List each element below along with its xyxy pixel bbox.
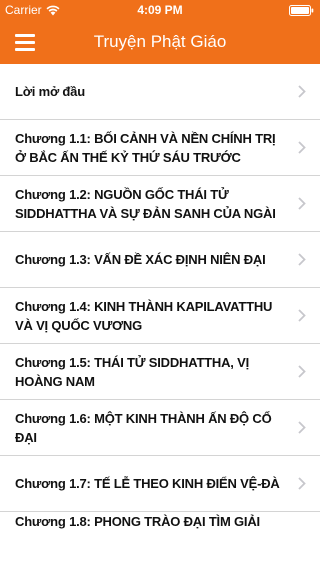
battery-icon: [289, 5, 314, 16]
status-time: 4:09 PM: [137, 3, 183, 17]
list-item[interactable]: Chương 1.8: PHONG TRÀO ĐẠI TÌM GIẢI: [0, 512, 320, 568]
list-item-label: Lời mở đầu: [15, 84, 85, 99]
list-item-label: Chương 1.5: THÁI TỬ SIDDHATTHA, VỊ HOÀNG…: [15, 354, 250, 389]
list-item[interactable]: Chương 1.3: VẤN ĐỀ XÁC ĐỊNH NIÊN ĐẠI: [0, 232, 320, 288]
chevron-right-icon: [298, 476, 306, 490]
status-bar: Carrier 4:09 PM: [0, 0, 320, 20]
list-item-label: Chương 1.4: KINH THÀNH KAPILAVATTHU VÀ V…: [15, 298, 273, 333]
chevron-right-icon: [298, 364, 306, 378]
list-item-label: Chương 1.3: VẤN ĐỀ XÁC ĐỊNH NIÊN ĐẠI: [15, 252, 266, 267]
chevron-right-icon: [298, 252, 306, 266]
list-item[interactable]: Chương 1.4: KINH THÀNH KAPILAVATTHU VÀ V…: [0, 288, 320, 344]
list-item-label: Chương 1.1: BỐI CẢNH VÀ NỀN CHÍNH TRỊ Ở …: [15, 130, 276, 165]
chapter-list[interactable]: Lời mở đầu Chương 1.1: BỐI CẢNH VÀ NỀN C…: [0, 64, 320, 568]
chevron-right-icon: [298, 84, 306, 98]
list-item[interactable]: Chương 1.2: NGUỒN GỐC THÁI TỬ SIDDHATTHA…: [0, 176, 320, 232]
page-title: Truyện Phật Giáo: [93, 32, 227, 51]
chevron-right-icon: [298, 140, 306, 154]
list-item-label: Chương 1.6: MỘT KINH THÀNH ẤN ĐỘ CỔ ĐẠI: [15, 410, 272, 445]
list-item[interactable]: Chương 1.5: THÁI TỬ SIDDHATTHA, VỊ HOÀNG…: [0, 344, 320, 400]
chevron-right-icon: [298, 196, 306, 210]
list-item-label: Chương 1.2: NGUỒN GỐC THÁI TỬ SIDDHATTHA…: [15, 186, 276, 221]
list-item[interactable]: Chương 1.1: BỐI CẢNH VÀ NỀN CHÍNH TRỊ Ở …: [0, 120, 320, 176]
list-item[interactable]: Chương 1.7: TẾ LỄ THEO KINH ĐIỂN VỆ-ĐÀ: [0, 456, 320, 512]
list-item[interactable]: Lời mở đầu: [0, 64, 320, 120]
chevron-right-icon: [298, 420, 306, 434]
list-item-label: Chương 1.7: TẾ LỄ THEO KINH ĐIỂN VỆ-ĐÀ: [15, 476, 280, 491]
navigation-bar: Truyện Phật Giáo: [0, 20, 320, 64]
list-item-label: Chương 1.8: PHONG TRÀO ĐẠI TÌM GIẢI: [15, 513, 260, 529]
list-item[interactable]: Chương 1.6: MỘT KINH THÀNH ẤN ĐỘ CỔ ĐẠI: [0, 400, 320, 456]
chevron-right-icon: [298, 308, 306, 322]
